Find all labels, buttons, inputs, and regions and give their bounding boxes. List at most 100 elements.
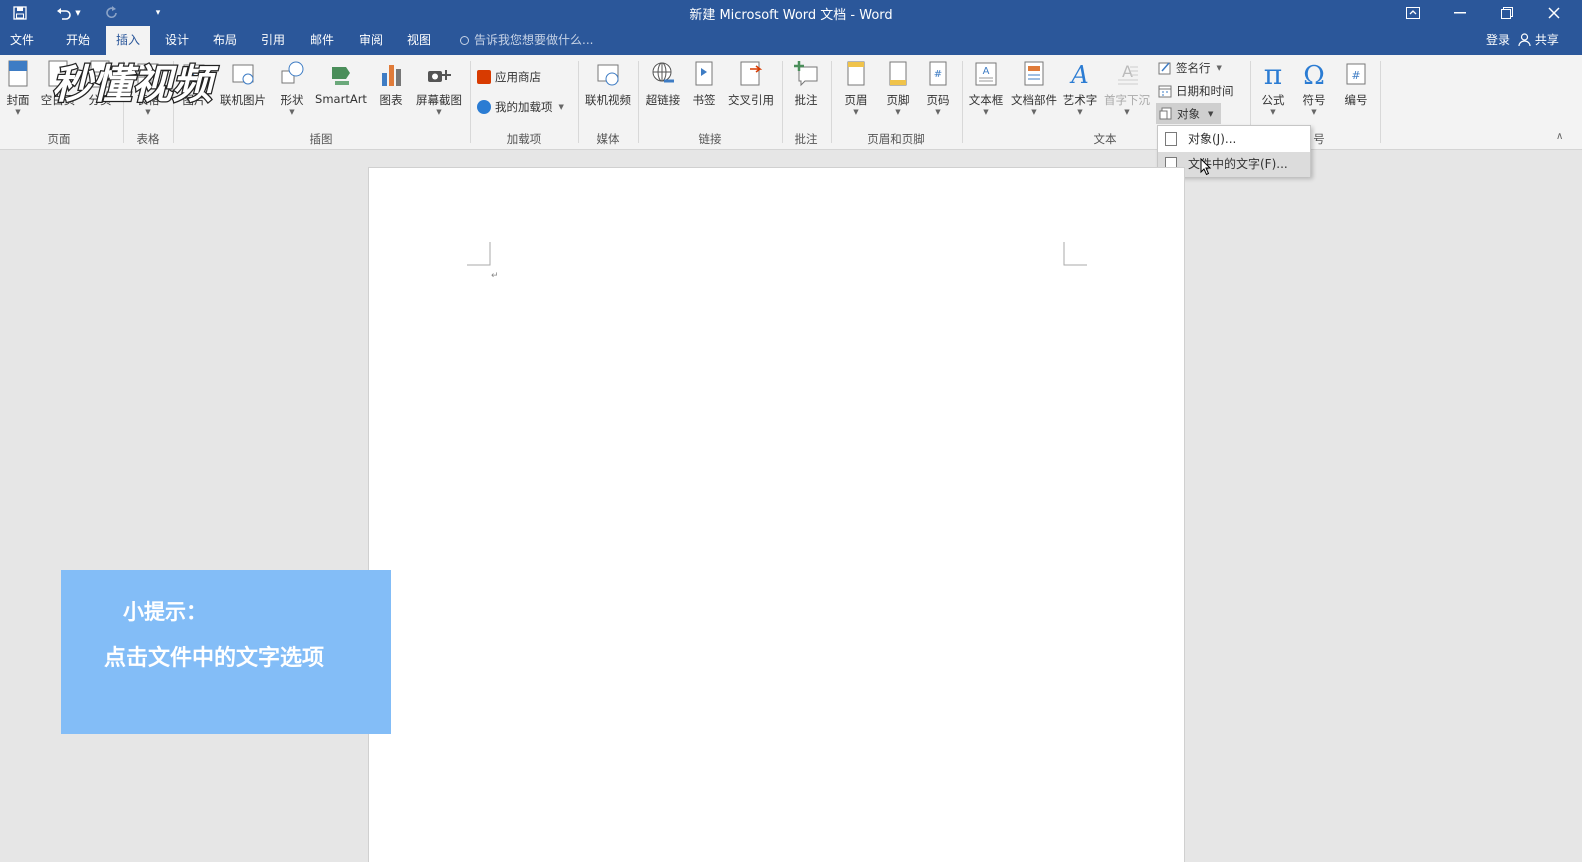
- store-icon: [477, 70, 491, 84]
- object-button[interactable]: 对象 ▼: [1156, 103, 1222, 124]
- login-link[interactable]: 登录: [1486, 26, 1510, 55]
- group-divider: [782, 61, 783, 143]
- tab-review[interactable]: 审阅: [349, 26, 393, 55]
- group-symbols-label: 号: [1313, 132, 1325, 146]
- cross-reference-button[interactable]: 交叉引用: [724, 59, 778, 108]
- minimize-icon[interactable]: [1437, 0, 1483, 26]
- group-divider: [962, 61, 963, 143]
- quick-parts-button[interactable]: 文档部件 ▼: [1010, 59, 1058, 116]
- tip-body: 点击文件中的文字选项: [104, 646, 325, 671]
- footer-button[interactable]: 页脚 ▼: [880, 59, 916, 116]
- store-button[interactable]: 应用商店: [477, 69, 541, 85]
- svg-text:A: A: [983, 66, 990, 77]
- number-icon: #: [1343, 59, 1369, 89]
- smartart-icon: [328, 59, 354, 89]
- group-header-footer-label: 页眉和页脚: [867, 132, 925, 146]
- addins-icon: [477, 100, 491, 114]
- cover-page-button[interactable]: 封面 ▼: [2, 59, 34, 116]
- ribbon-tabs: 文件 开始 插入 设计 布局 引用 邮件 审阅 视图 告诉我您想要做什么... …: [0, 26, 1582, 55]
- tab-references[interactable]: 引用: [251, 26, 295, 55]
- tab-home[interactable]: 开始: [56, 26, 100, 55]
- restore-icon[interactable]: [1484, 0, 1530, 26]
- online-video-icon: [595, 59, 621, 89]
- group-addins-label: 加载项: [506, 132, 542, 146]
- signature-dropdown-icon[interactable]: ▼: [1217, 64, 1222, 72]
- signature-icon: [1158, 61, 1172, 75]
- tab-layout[interactable]: 布局: [203, 26, 247, 55]
- tell-me-search[interactable]: 告诉我您想要做什么...: [460, 26, 593, 55]
- drop-cap-button[interactable]: A 首字下沉 ▼: [1102, 59, 1152, 116]
- svg-text:π: π: [1264, 59, 1282, 89]
- pi-icon: π: [1260, 58, 1286, 91]
- comment-plus-icon: [793, 59, 819, 89]
- paragraph-mark-icon: ↵: [491, 271, 499, 281]
- svg-text:A: A: [1069, 61, 1088, 89]
- group-divider: [638, 61, 639, 143]
- header-button[interactable]: 页眉 ▼: [838, 59, 874, 116]
- group-text-label: 文本: [1093, 132, 1117, 146]
- group-tables-label: 表格: [136, 132, 160, 146]
- bookmark-button[interactable]: 书签: [688, 59, 720, 108]
- title-bar: ▼ ▾ 新建 Microsoft Word 文档 - Word: [0, 0, 1582, 26]
- cross-reference-icon: [738, 59, 764, 89]
- tab-file[interactable]: 文件: [0, 26, 44, 55]
- globe-link-icon: [650, 59, 676, 89]
- page-number-button[interactable]: # 页码 ▼: [920, 59, 956, 116]
- object-dropdown-icon[interactable]: ▼: [1208, 110, 1213, 118]
- tab-mailings[interactable]: 邮件: [300, 26, 344, 55]
- menu-item-object[interactable]: 对象(J)...: [1158, 127, 1310, 152]
- group-media-label: 媒体: [596, 132, 620, 146]
- window-title: 新建 Microsoft Word 文档 - Word: [689, 8, 893, 23]
- svg-text:#: #: [934, 69, 942, 80]
- date-time-button[interactable]: 日期和时间: [1158, 83, 1234, 99]
- svg-text:#: #: [1351, 69, 1360, 82]
- screenshot-button[interactable]: 屏幕截图 ▼: [412, 59, 466, 116]
- group-pages-label: 页面: [47, 132, 71, 146]
- bar-chart-icon: [378, 59, 404, 89]
- quick-parts-icon: [1021, 59, 1047, 89]
- close-icon[interactable]: [1531, 0, 1577, 26]
- tab-design[interactable]: 设计: [155, 26, 199, 55]
- text-box-button[interactable]: A 文本框 ▼: [966, 59, 1006, 116]
- collapse-ribbon-icon[interactable]: ∧: [1556, 131, 1563, 142]
- bookmark-icon: [691, 59, 717, 89]
- numbering-button[interactable]: # 编号: [1338, 59, 1374, 108]
- tab-insert[interactable]: 插入: [106, 26, 151, 55]
- hyperlink-button[interactable]: 超链接: [642, 59, 684, 108]
- new-comment-button[interactable]: 批注: [788, 59, 824, 108]
- footer-icon: [885, 59, 911, 89]
- lightbulb-icon: [460, 36, 469, 45]
- wordart-icon: A: [1067, 59, 1093, 89]
- group-divider: [831, 61, 832, 143]
- tip-title: 小提示：: [123, 600, 207, 624]
- object-icon: [1159, 107, 1173, 121]
- chart-button[interactable]: 图表: [374, 59, 408, 108]
- online-video-button[interactable]: 联机视频: [582, 59, 634, 108]
- svg-text:Ω: Ω: [1303, 61, 1325, 89]
- cover-page-icon: [5, 59, 31, 89]
- my-addins-dropdown-icon[interactable]: ▼: [559, 103, 564, 111]
- tell-me-placeholder: 告诉我您想要做什么...: [474, 33, 594, 47]
- group-divider: [578, 61, 579, 143]
- group-illustrations-label: 插图: [309, 132, 333, 146]
- wordart-button[interactable]: A 艺术字 ▼: [1060, 59, 1100, 116]
- person-icon: [1518, 33, 1531, 47]
- smartart-button[interactable]: SmartArt: [312, 59, 370, 106]
- page-number-icon: #: [925, 59, 951, 89]
- mouse-cursor-icon: [1200, 158, 1212, 176]
- group-links-label: 链接: [698, 132, 722, 146]
- ribbon-display-options-icon[interactable]: [1390, 0, 1436, 26]
- header-icon: [843, 59, 869, 89]
- margin-corner-top-left: [467, 242, 491, 266]
- my-addins-button[interactable]: 我的加载项 ▼: [477, 99, 564, 115]
- tab-view[interactable]: 视图: [397, 26, 441, 55]
- share-label: 共享: [1534, 33, 1559, 47]
- equation-button[interactable]: π 公式 ▼: [1254, 58, 1292, 116]
- share-button[interactable]: 共享: [1518, 26, 1559, 55]
- object-icon: [1165, 132, 1177, 146]
- document-page[interactable]: ↵: [368, 167, 1185, 862]
- calendar-icon: [1158, 84, 1172, 98]
- margin-corner-top-right: [1063, 242, 1087, 266]
- signature-line-button[interactable]: 签名行 ▼: [1158, 60, 1222, 76]
- symbol-button[interactable]: Ω 符号 ▼: [1296, 59, 1332, 116]
